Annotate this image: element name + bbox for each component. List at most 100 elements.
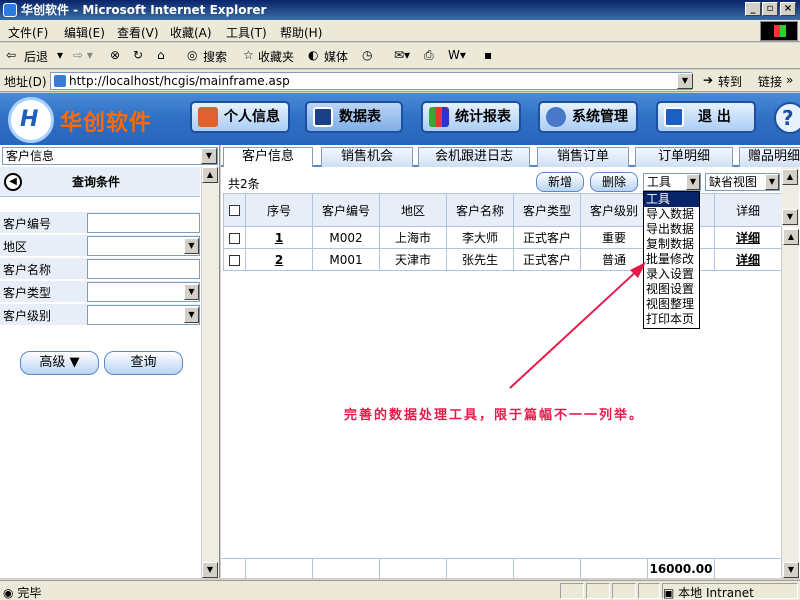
total-amount: 16000.00 [648,559,715,579]
customer-level-select[interactable]: ▼ [87,305,200,325]
customer-type-select[interactable]: ▼ [87,282,200,302]
customer-code-input[interactable] [87,213,200,233]
back-dropdown-icon[interactable]: ▾ [57,48,63,62]
ie-icon [3,3,17,17]
tab-strip: 客户信息 销售机会 会机跟进日志 销售订单 订单明细 赠品明细 [221,145,800,167]
brand-name: 华创软件 [60,111,153,136]
view-select[interactable]: 缺省视图 ▼ [705,173,780,191]
close-button[interactable]: × [780,2,796,16]
menu-help[interactable]: 帮助(H) [280,24,322,41]
back-button[interactable]: 后退 [24,48,48,65]
collapse-arrow-icon[interactable]: ◀ [4,173,22,191]
cell-region: 天津市 [379,248,447,271]
col-header-region[interactable]: 地区 [379,193,447,227]
print-icon[interactable]: ⎙ [424,48,434,63]
row-no-link[interactable]: 2 [245,248,313,271]
tab-order-detail[interactable]: 订单明细 [635,147,733,167]
customer-name-input[interactable] [87,259,200,279]
query-button[interactable]: 查询 [104,351,183,375]
scroll-up-icon[interactable]: ▲ [783,229,799,245]
menu-view[interactable]: 查看(V) [117,24,159,41]
cell-code: M001 [312,248,380,271]
col-header-name[interactable]: 客户名称 [446,193,514,227]
help-button[interactable]: ? [774,102,800,134]
menu-favorites[interactable]: 收藏(A) [170,24,212,41]
col-header-level[interactable]: 客户级别 [580,193,648,227]
delete-button[interactable]: 删除 [590,172,638,192]
filter-label: 客户编号 [3,217,52,231]
detail-link[interactable]: 详细 [714,226,782,249]
history-icon[interactable]: ◷ [362,48,372,62]
table-type-select[interactable]: 客户信息 ▼ [2,147,218,165]
minimize-button[interactable]: _ [745,2,761,16]
tab-sales-order[interactable]: 销售订单 [537,147,629,167]
menu-item-export[interactable]: 导出数据 [644,222,699,237]
row-checkbox[interactable] [223,226,246,249]
chevron-down-icon[interactable]: ▼ [184,238,199,254]
edit-word-icon[interactable]: W▾ [448,48,466,62]
menu-item-tools[interactable]: 工具 [644,192,699,207]
tools-select[interactable]: 工具 ▼ [643,173,701,191]
links-button[interactable]: 链接 [758,73,782,90]
col-header-detail[interactable]: 详细 [714,193,782,227]
menu-tools[interactable]: 工具(T) [226,24,267,41]
discuss-icon[interactable]: ▪ [484,48,492,62]
system-admin-button[interactable]: 系统管理 [538,101,638,133]
address-dropdown-button[interactable]: ▼ [677,73,693,89]
col-header-code[interactable]: 客户编号 [312,193,380,227]
advanced-button[interactable]: 高级 ▼ [20,351,99,375]
row-no-link[interactable]: 1 [245,226,313,249]
statistics-report-button[interactable]: 统计报表 [421,101,521,133]
logout-button[interactable]: 退 出 [656,101,756,133]
menu-file[interactable]: 文件(F) [8,24,48,41]
detail-link[interactable]: 详细 [714,248,782,271]
header-scrollbar[interactable]: ▲ ▼ [781,167,799,227]
search-button[interactable]: 搜索 [203,48,227,65]
stop-icon[interactable]: ⊗ [110,48,120,62]
menu-item-copy[interactable]: 复制数据 [644,237,699,252]
go-button[interactable]: 转到 [718,73,742,90]
window-title: 华创软件 - Microsoft Internet Explorer [21,3,267,17]
scroll-down-icon[interactable]: ▼ [202,562,218,578]
data-table-button[interactable]: 数据表 [305,101,403,133]
left-scrollbar[interactable]: ▲ ▼ [201,167,219,578]
chevron-down-icon[interactable]: ▼ [184,307,199,323]
links-chevron-icon[interactable]: » [786,73,793,87]
chevron-down-icon[interactable]: ▼ [765,174,779,190]
toolbar: ⇦ 后退 ▾ ⇨ ▾ ⊗ ↻ ⌂ ◎ 搜索 ☆ 收藏夹 ◐ 媒体 ◷ ✉▾ ⎙ … [0,43,800,69]
filter-row-customer-code: 客户编号 [0,212,200,234]
tab-customer-info[interactable]: 客户信息 [223,147,313,167]
col-header-type[interactable]: 客户类型 [513,193,581,227]
refresh-icon[interactable]: ↻ [133,48,143,62]
grid-scrollbar[interactable]: ▲ ▼ [781,229,799,578]
tab-sales-opportunity[interactable]: 销售机会 [321,147,413,167]
menu-edit[interactable]: 编辑(E) [64,24,105,41]
mail-icon[interactable]: ✉▾ [394,48,410,62]
personal-info-button[interactable]: 个人信息 [190,101,290,133]
forward-icon[interactable]: ⇨ ▾ [73,48,93,62]
scroll-up-icon[interactable]: ▲ [202,167,218,183]
query-panel-title: 查询条件 [72,175,121,189]
favorites-button[interactable]: 收藏夹 [258,48,294,65]
add-button[interactable]: 新增 [536,172,584,192]
chevron-down-icon[interactable]: ▼ [201,148,217,164]
tab-followup-log[interactable]: 会机跟进日志 [418,147,530,167]
scroll-up-icon[interactable]: ▲ [782,169,798,185]
select-all-checkbox[interactable] [223,193,246,227]
home-icon[interactable]: ⌂ [157,48,165,62]
chevron-down-icon[interactable]: ▼ [184,284,199,300]
menu-item-import[interactable]: 导入数据 [644,207,699,222]
chevron-down-icon[interactable]: ▼ [686,174,700,190]
address-input[interactable]: http://localhost/hcgis/mainframe.asp [50,72,692,90]
scroll-down-icon[interactable]: ▼ [782,209,798,225]
maximize-button[interactable]: ▫ [762,2,778,16]
media-icon: ◐ [308,48,319,62]
scroll-down-icon[interactable]: ▼ [783,562,799,578]
region-select[interactable]: ▼ [87,236,200,256]
col-header-no[interactable]: 序号 [245,193,313,227]
media-button[interactable]: 媒体 [324,48,348,65]
row-checkbox[interactable] [223,248,246,271]
filter-row-customer-type: 客户类型 ▼ [0,281,200,303]
tab-gift-detail[interactable]: 赠品明细 [739,147,800,167]
page-icon [54,75,66,87]
